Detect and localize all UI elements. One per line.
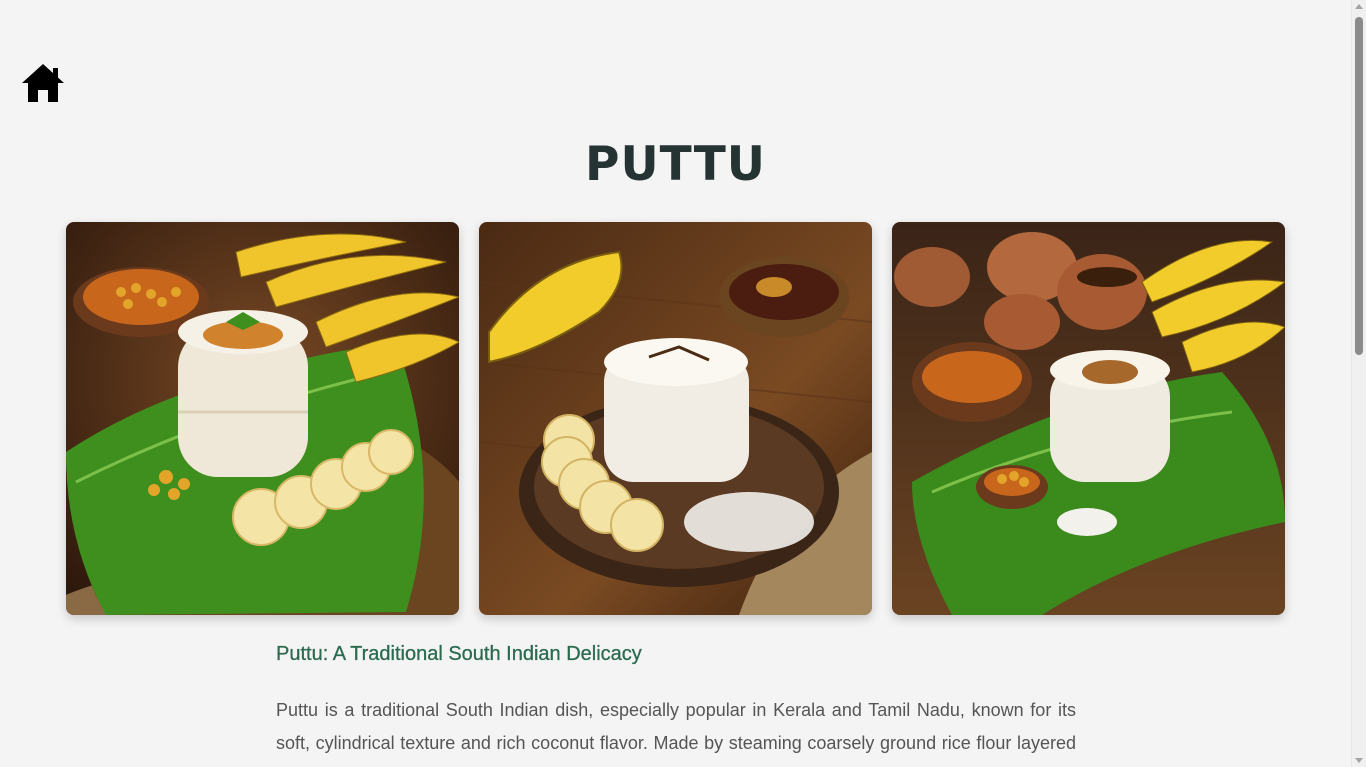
image-gallery — [66, 222, 1285, 615]
article: Puttu: A Traditional South Indian Delica… — [276, 640, 1076, 767]
vertical-scrollbar[interactable] — [1351, 0, 1366, 767]
scroll-down-arrow-icon[interactable] — [1355, 758, 1363, 763]
scroll-thumb[interactable] — [1355, 17, 1363, 355]
scroll-up-arrow-icon[interactable] — [1355, 4, 1363, 9]
article-heading: Puttu: A Traditional South Indian Delica… — [276, 643, 642, 665]
page: PUTTU Puttu: A Traditional South Indian … — [0, 0, 1351, 767]
puttu-photo-3 — [892, 222, 1285, 615]
home-button[interactable] — [20, 62, 66, 104]
puttu-photo-1 — [66, 222, 459, 615]
home-icon — [22, 64, 64, 102]
page-title: PUTTU — [585, 137, 766, 192]
article-paragraph: Puttu is a traditional South Indian dish… — [276, 700, 1076, 767]
puttu-photo-2 — [479, 222, 872, 615]
